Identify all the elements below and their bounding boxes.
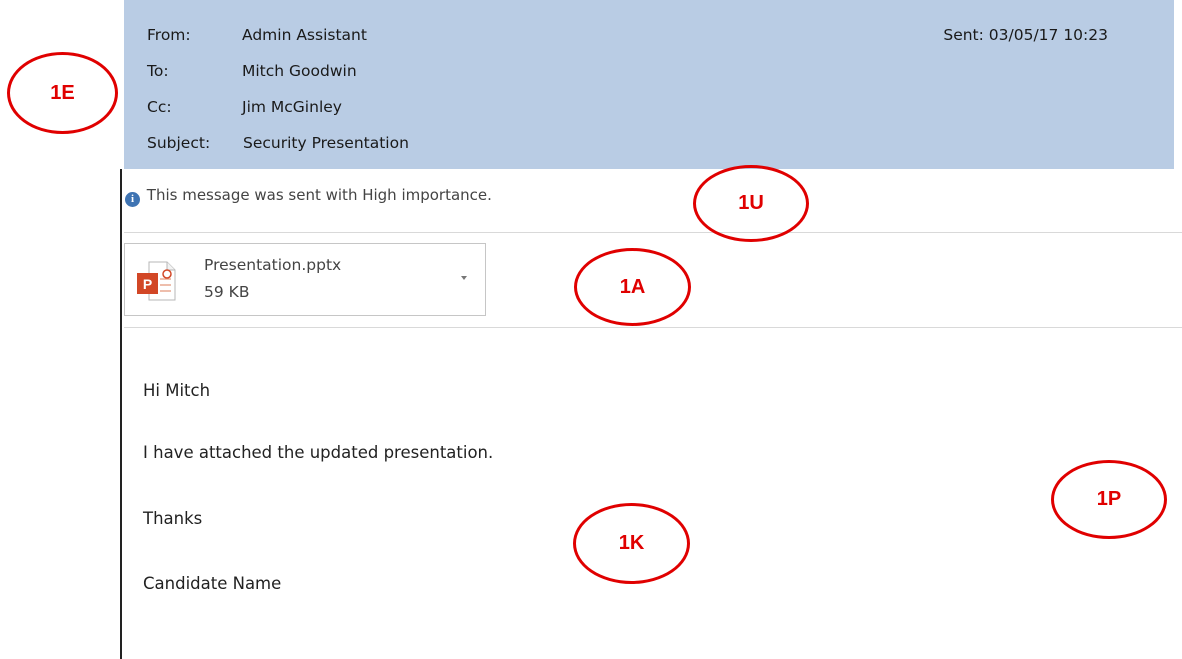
annotation-circle: 1P: [1051, 460, 1167, 539]
attachment-card[interactable]: P Presentation.pptx 59 KB: [124, 243, 486, 316]
importance-info-bar: i This message was sent with High import…: [125, 186, 492, 207]
body-message: I have attached the updated presentation…: [143, 443, 494, 462]
subject-value: Security Presentation: [243, 134, 409, 152]
attachment-name: Presentation.pptx: [204, 256, 342, 274]
divider: [124, 232, 1182, 233]
email-header: From: Admin Assistant To: Mitch Goodwin …: [124, 0, 1174, 169]
powerpoint-icon: P: [137, 261, 176, 301]
from-label: From:: [147, 26, 191, 44]
sent-timestamp: Sent: 03/05/17 10:23: [943, 26, 1108, 44]
svg-text:P: P: [143, 276, 152, 292]
to-value[interactable]: Mitch Goodwin: [242, 62, 357, 80]
cc-value[interactable]: Jim McGinley: [242, 98, 342, 116]
chevron-down-icon[interactable]: [461, 276, 467, 280]
importance-text: This message was sent with High importan…: [146, 186, 492, 204]
info-icon: i: [125, 192, 140, 207]
body-greeting: Hi Mitch: [143, 381, 211, 400]
divider: [124, 327, 1182, 328]
annotation-circle: 1K: [573, 503, 690, 584]
subject-label: Subject:: [147, 134, 211, 152]
body-signoff: Thanks: [143, 509, 203, 528]
annotation-circle: 1E: [7, 52, 118, 134]
body-signature: Candidate Name: [143, 574, 282, 593]
cc-label: Cc:: [147, 98, 172, 116]
from-value[interactable]: Admin Assistant: [242, 26, 367, 44]
annotation-circle: 1A: [574, 248, 691, 326]
annotation-circle: 1U: [693, 165, 809, 242]
to-label: To:: [147, 62, 169, 80]
attachment-size: 59 KB: [204, 283, 250, 301]
left-border: [120, 169, 122, 659]
